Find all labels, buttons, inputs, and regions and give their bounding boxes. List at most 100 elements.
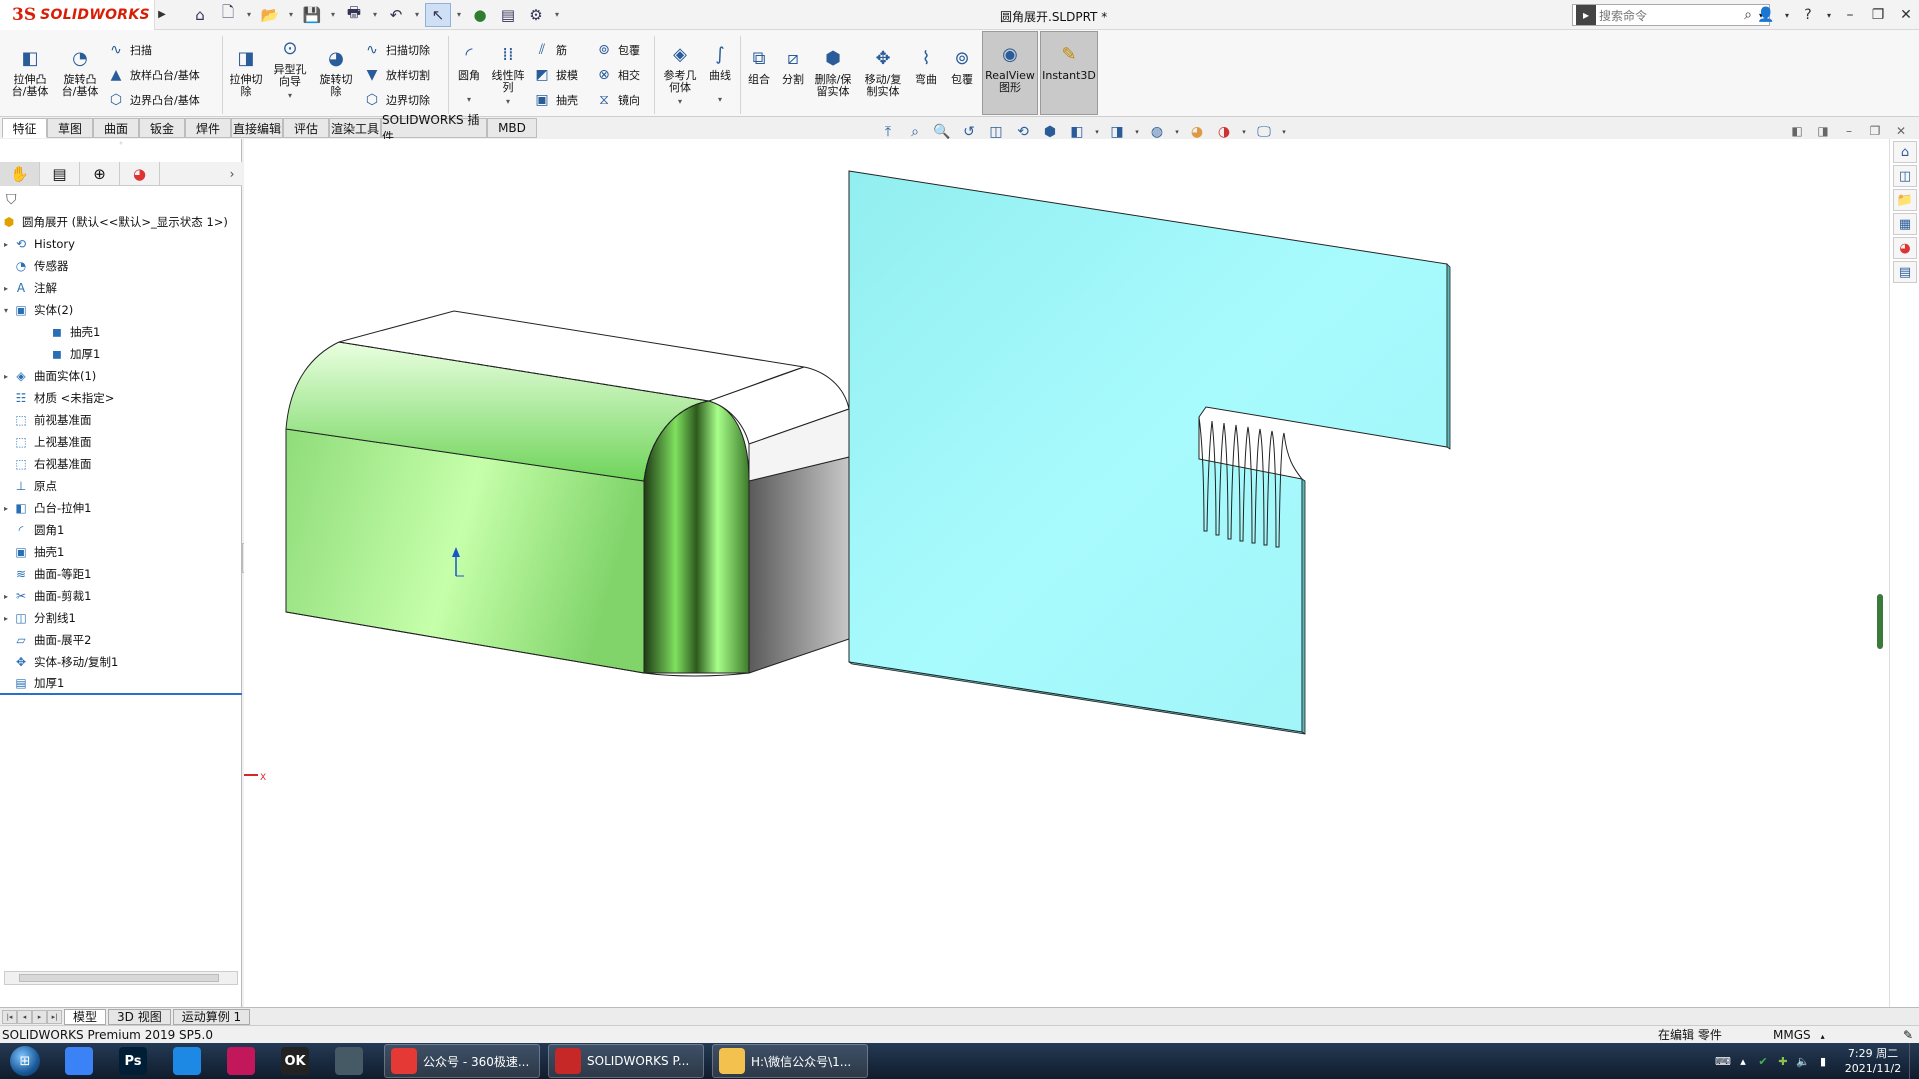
display-manager-tab-icon[interactable]: ◕ bbox=[120, 162, 160, 186]
pinned-app[interactable]: OK bbox=[270, 1044, 320, 1078]
panel-collapse-handle[interactable]: ◦ bbox=[0, 139, 242, 153]
doc-tile-right-icon[interactable]: ◨ bbox=[1815, 123, 1831, 139]
reference-geometry-dropdown-icon[interactable]: ▾ bbox=[678, 96, 682, 108]
show-desktop-button[interactable] bbox=[1909, 1043, 1919, 1079]
units-selector[interactable]: MMGS ▴ bbox=[1773, 1028, 1825, 1042]
restore-icon[interactable]: ❐ bbox=[1865, 1, 1891, 29]
fillet-dropdown-icon[interactable]: ▾ bbox=[467, 94, 471, 106]
minimize-icon[interactable]: – bbox=[1837, 1, 1863, 29]
feature-manager-tab-icon[interactable]: ✋ bbox=[0, 162, 40, 186]
more-tabs-arrow-icon[interactable]: › bbox=[222, 162, 242, 185]
undo-dropdown-icon[interactable]: ▾ bbox=[411, 3, 423, 27]
draft-button[interactable]: ◩ 拔模 bbox=[532, 65, 578, 85]
property-manager-tab-icon[interactable]: ▤ bbox=[40, 162, 80, 186]
hole-wizard-dropdown-icon[interactable]: ▾ bbox=[288, 90, 292, 102]
options-gear-icon[interactable]: ⚙ bbox=[523, 3, 549, 27]
tree-item[interactable]: ▤ 加厚1 bbox=[0, 673, 242, 695]
tree-item[interactable]: ▣ 抽壳1 bbox=[0, 541, 242, 563]
bottom-tab-2[interactable]: 运动算例 1 bbox=[172, 1008, 251, 1025]
expand-toggle-icon[interactable]: ▾ bbox=[0, 306, 12, 315]
realview-graphics-button[interactable]: ◉ RealView 图形 bbox=[982, 31, 1038, 115]
taskbar-window-button[interactable]: H:\微信公众号\1... bbox=[712, 1044, 868, 1078]
sweep-cut-button[interactable]: ∿ 扫描切除 bbox=[362, 40, 430, 60]
doc-tile-left-icon[interactable]: ◧ bbox=[1789, 123, 1805, 139]
task-pane-resources-icon[interactable]: ◫ bbox=[1893, 165, 1917, 187]
boundary-cut-button[interactable]: ⬡ 边界切除 bbox=[362, 90, 430, 110]
tree-item[interactable]: ◜ 圆角1 bbox=[0, 519, 242, 541]
tree-item[interactable]: ▱ 曲面-展平2 bbox=[0, 629, 242, 651]
pinned-app[interactable]: Ps bbox=[108, 1044, 158, 1078]
scrollbar-thumb[interactable] bbox=[19, 974, 219, 982]
instant3d-button[interactable]: ✎ Instant3D bbox=[1040, 31, 1098, 115]
task-pane-home-icon[interactable]: ⌂ bbox=[1893, 141, 1917, 163]
last-tab-arrow-icon[interactable]: ▸| bbox=[47, 1009, 62, 1024]
tree-item[interactable]: ▸ ◈ 曲面实体(1) bbox=[0, 365, 242, 387]
tab-2[interactable]: 曲面 bbox=[93, 118, 139, 138]
mirror-button[interactable]: ⧖ 镜向 bbox=[594, 90, 640, 110]
wrap-button[interactable]: ⊚ 包覆 bbox=[594, 40, 640, 60]
tree-item[interactable]: ◼ 抽壳1 bbox=[0, 321, 242, 343]
pinned-app[interactable] bbox=[216, 1044, 266, 1078]
tree-item[interactable]: ⬚ 右视基准面 bbox=[0, 453, 242, 475]
intersect-button[interactable]: ⊗ 相交 bbox=[594, 65, 640, 85]
tree-item[interactable]: ◔ 传感器 bbox=[0, 255, 242, 277]
graphics-area[interactable]: Y X Z bbox=[244, 139, 1889, 1007]
flattened-sheet-body[interactable] bbox=[848, 170, 1451, 735]
help-icon[interactable]: ? bbox=[1795, 1, 1821, 29]
tree-horizontal-scrollbar[interactable] bbox=[4, 971, 238, 985]
options-dropdown-icon[interactable]: ▾ bbox=[551, 3, 563, 27]
expand-toggle-icon[interactable]: ▸ bbox=[0, 614, 12, 623]
prev-tab-arrow-icon[interactable]: ◂ bbox=[17, 1009, 32, 1024]
view-scroll-indicator[interactable] bbox=[1877, 594, 1883, 649]
extrude-cut-button[interactable]: ◨ 拉伸切 除 bbox=[226, 46, 266, 98]
solidworks-logo[interactable]: 3S SOLIDWORKS bbox=[0, 0, 155, 30]
user-account-icon[interactable]: 👤 bbox=[1753, 1, 1779, 29]
expand-toggle-icon[interactable]: ▸ bbox=[0, 592, 12, 601]
task-pane-appearances-icon[interactable]: ◕ bbox=[1893, 237, 1917, 259]
user-dropdown-icon[interactable]: ▾ bbox=[1781, 1, 1793, 29]
loft-boss-button[interactable]: ▲ 放样凸台/基体 bbox=[106, 65, 200, 85]
pinned-app[interactable] bbox=[324, 1044, 374, 1078]
select-dropdown-icon[interactable]: ▾ bbox=[453, 3, 465, 27]
bottom-tab-1[interactable]: 3D 视图 bbox=[108, 1008, 171, 1025]
tree-item[interactable]: ▾ ▣ 实体(2) bbox=[0, 299, 242, 321]
revolve-cut-button[interactable]: ◕ 旋转切 除 bbox=[316, 46, 356, 98]
split-button[interactable]: ⧄ 分割 bbox=[776, 46, 810, 86]
move-copy-body-button[interactable]: ✥ 移动/复 制实体 bbox=[860, 46, 906, 98]
tree-item[interactable]: ▸ ◫ 分割线1 bbox=[0, 607, 242, 629]
combine-button[interactable]: ⧉ 组合 bbox=[742, 46, 776, 86]
search-commands-box[interactable]: ▸ 搜索命令 ⌕ ▾ bbox=[1572, 4, 1770, 26]
revolve-boss-button[interactable]: ◔ 旋转凸 台/基体 bbox=[58, 46, 102, 98]
save-icon[interactable]: 💾 bbox=[299, 3, 325, 27]
menu-expand-arrow-icon[interactable]: ▶ bbox=[155, 0, 169, 30]
fillet-button[interactable]: ◜ 圆角 ▾ bbox=[452, 42, 486, 106]
select-pointer-icon[interactable]: ↖ bbox=[425, 2, 451, 27]
tray-app-icon[interactable]: ✚ bbox=[1773, 1055, 1793, 1068]
filter-icon[interactable]: ⛉ bbox=[6, 192, 17, 208]
search-input[interactable]: 搜索命令 bbox=[1599, 7, 1737, 24]
loft-cut-button[interactable]: ▼ 放样切割 bbox=[362, 65, 430, 85]
expand-toggle-icon[interactable]: ▸ bbox=[0, 372, 12, 381]
new-dropdown-icon[interactable]: ▾ bbox=[243, 3, 255, 27]
rib-button[interactable]: ⫽ 筋 bbox=[532, 40, 567, 60]
delete-keep-body-button[interactable]: ⬢ 删除/保 留实体 bbox=[810, 46, 856, 98]
new-document-icon[interactable]: 🗋 bbox=[215, 3, 241, 27]
save-dropdown-icon[interactable]: ▾ bbox=[327, 3, 339, 27]
tree-item[interactable]: ☷ 材质 <未指定> bbox=[0, 387, 242, 409]
volume-icon[interactable]: 🔈 bbox=[1793, 1055, 1813, 1068]
task-pane-file-explorer-icon[interactable]: ▦ bbox=[1893, 213, 1917, 235]
doc-close-icon[interactable]: ✕ bbox=[1893, 123, 1909, 139]
security-icon[interactable]: ✔ bbox=[1753, 1055, 1773, 1068]
start-button[interactable]: ⊞ bbox=[0, 1043, 50, 1079]
curves-button[interactable]: ∫ 曲线 ▾ bbox=[702, 42, 738, 106]
tree-item[interactable]: ◼ 加厚1 bbox=[0, 343, 242, 365]
tab-6[interactable]: 评估 bbox=[283, 118, 329, 138]
undo-icon[interactable]: ↶ bbox=[383, 3, 409, 27]
print-icon[interactable]: 🖶 bbox=[341, 3, 367, 27]
open-dropdown-icon[interactable]: ▾ bbox=[285, 3, 297, 27]
tree-root-part[interactable]: ⬢ 圆角展开 (默认<<默认>_显示状态 1>) bbox=[0, 211, 242, 233]
wrap-large-button[interactable]: ⊚ 包覆 bbox=[946, 46, 978, 86]
close-icon[interactable]: ✕ bbox=[1893, 1, 1919, 29]
tab-7[interactable]: 渲染工具 bbox=[329, 118, 381, 138]
tree-item[interactable]: ▸ ◧ 凸台-拉伸1 bbox=[0, 497, 242, 519]
